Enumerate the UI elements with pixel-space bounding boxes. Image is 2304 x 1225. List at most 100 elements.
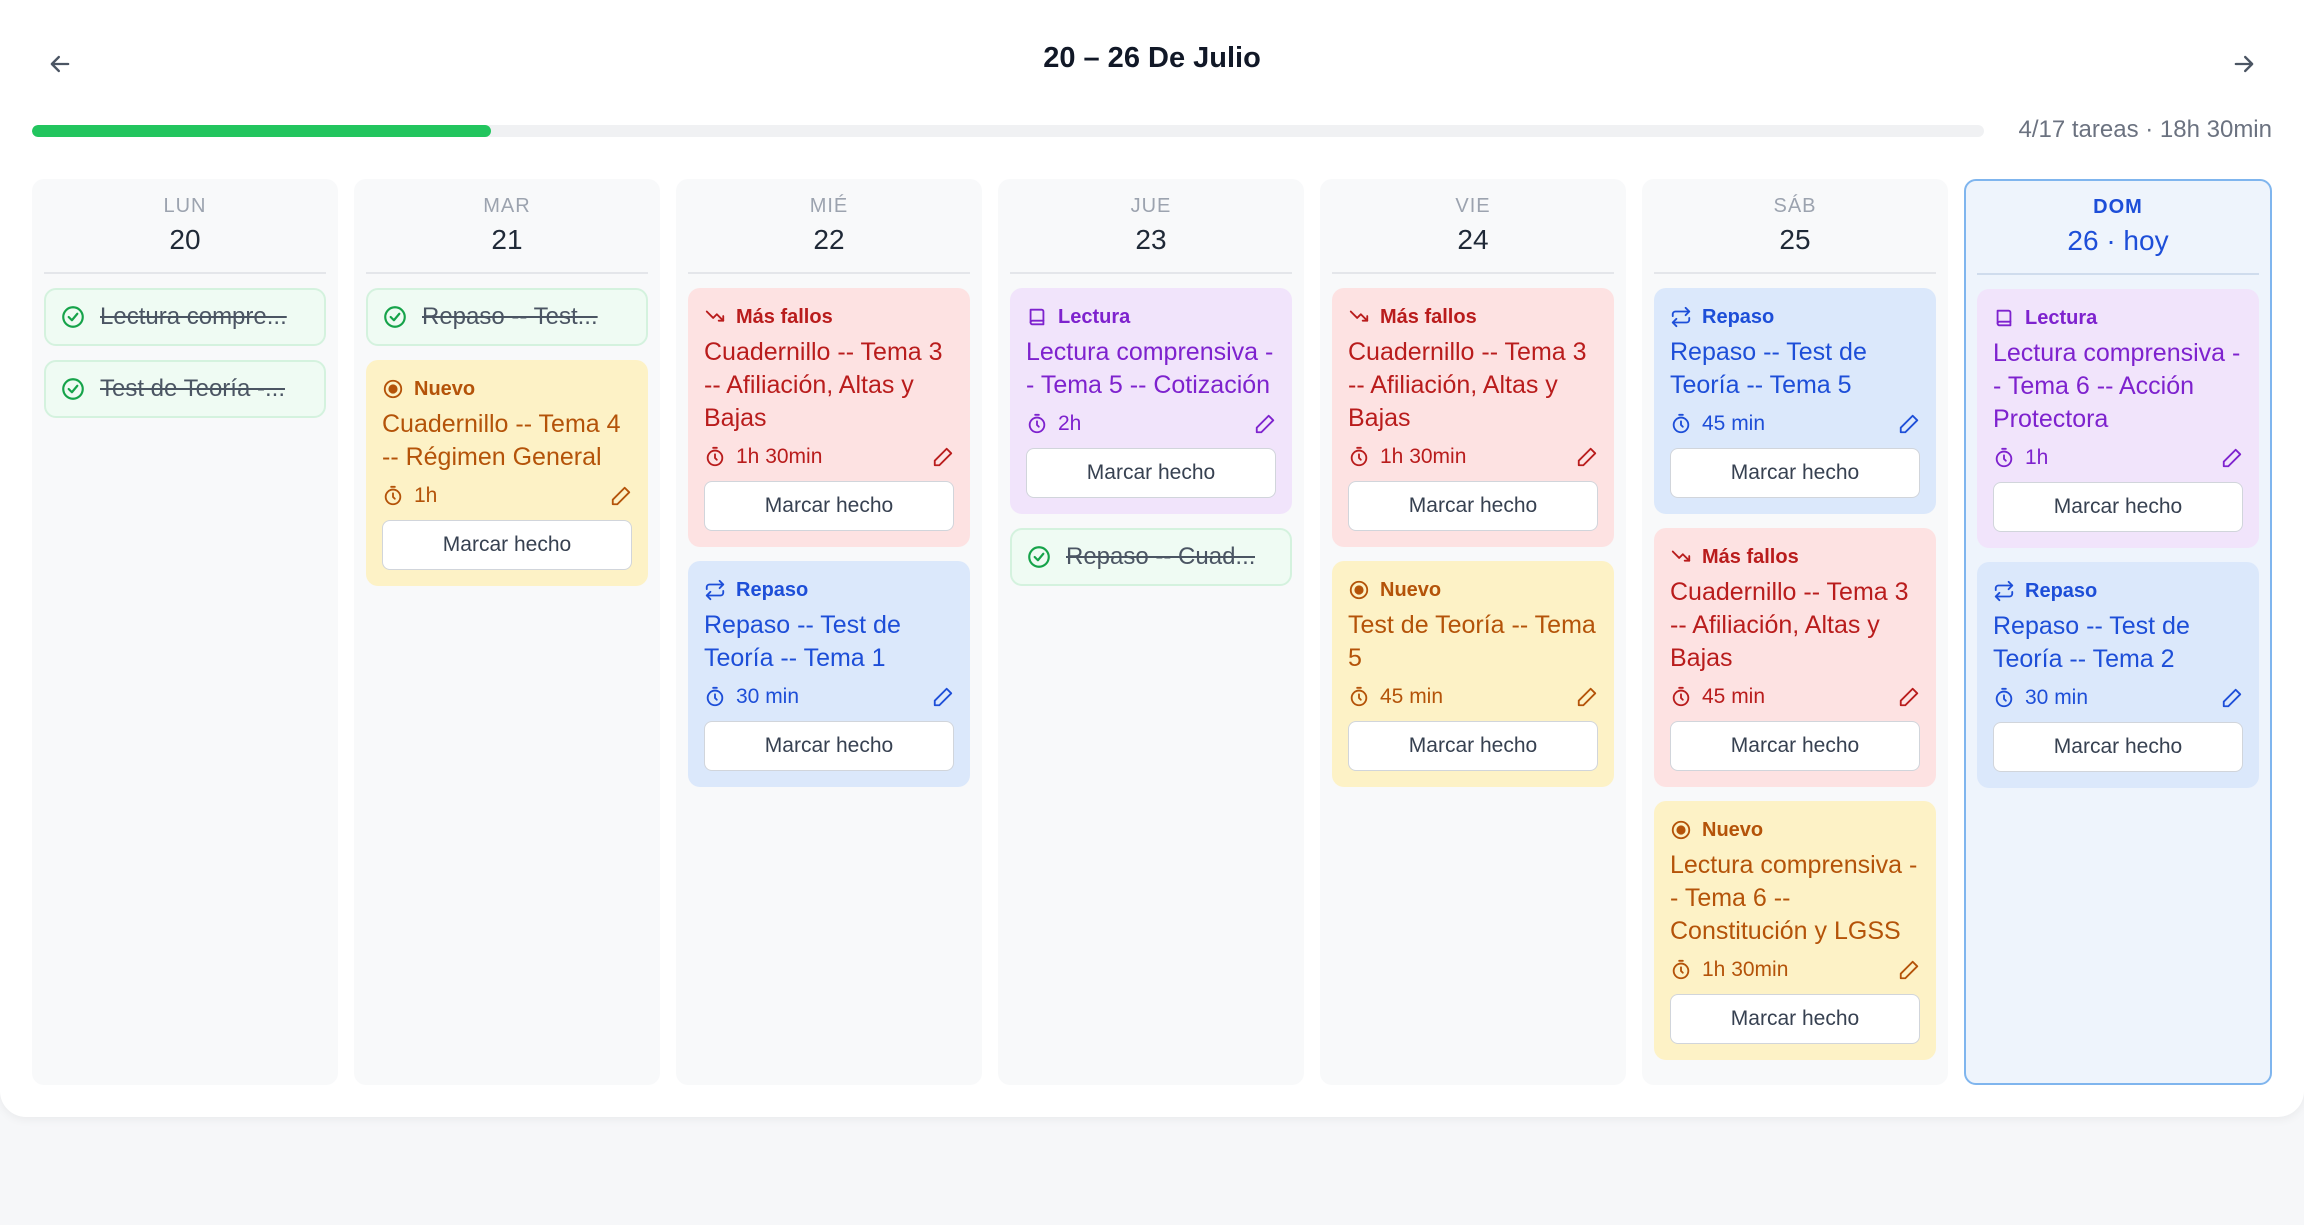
completed-task[interactable]: Lectura compre... [44,288,326,346]
task-tag-label: Nuevo [414,377,476,400]
day-date: 24 [1457,224,1489,255]
task-meta: 1h [382,482,632,510]
day-column: DOM 26 · hoy Lectura Lectura comprensiva --… [1964,179,2272,1085]
progress-bar [32,125,1984,137]
completed-task-title: Repaso -- Test... [422,303,598,330]
task-duration-value: 45 min [1380,685,1444,708]
completed-task[interactable]: Test de Teoría -... [44,360,326,418]
edit-task-button[interactable] [610,485,632,507]
progress-bar-fill [32,125,491,137]
task-tag: Nuevo [1670,817,1920,843]
mark-done-button[interactable]: Marcar hecho [1670,994,1920,1044]
edit-task-button[interactable] [1898,686,1920,708]
edit-task-button[interactable] [932,446,954,468]
clock-icon [706,686,724,707]
task-tag-label: Más fallos [736,305,833,328]
edit-task-button[interactable] [2221,687,2243,709]
day-column: LUN 20 Lectura compre... Test de Teoría -..… [32,179,338,1085]
completed-task[interactable]: Repaso -- Cuad... [1010,528,1292,586]
mark-done-button[interactable]: Marcar hecho [1670,448,1920,498]
mark-done-button[interactable]: Marcar hecho [382,520,632,570]
task-title: Cuadernillo -- Tema 3 -- Afiliación, Alt… [1670,578,1909,672]
task-duration-value: 1h [414,484,438,507]
task-meta: 1h 30min [704,443,954,471]
check-circle-icon [1028,546,1050,568]
check-circle-icon [384,306,406,328]
mark-done-button[interactable]: Marcar hecho [1670,721,1920,771]
day-column: JUE 23 Lectura Lectura comprensiva -- Tema … [998,179,1304,1085]
task-duration: 2h [1026,412,1081,436]
task-card: Nuevo Cuadernillo -- Tema 4 -- Régimen Ge… [366,360,648,586]
day-header: DOM 26 · hoy [1977,181,2259,275]
task-tag: Lectura [1026,304,1276,330]
edit-task-button[interactable] [1254,413,1276,435]
edit-task-button[interactable] [1898,413,1920,435]
task-tag: Más fallos [1348,304,1598,330]
task-duration-value: 1h 30min [1380,445,1467,468]
pencil-icon [1899,960,1919,980]
task-duration: 1h [382,484,437,508]
completed-task-title: Repaso -- Cuad... [1066,543,1256,570]
task-tag: Más fallos [1670,544,1920,570]
task-tag-label: Nuevo [1380,578,1442,601]
mark-done-button[interactable]: Marcar hecho [1348,721,1598,771]
clock-icon [706,446,724,467]
task-tag-label: Más fallos [1702,545,1799,568]
mark-done-button[interactable]: Marcar hecho [704,721,954,771]
mark-done-button[interactable]: Marcar hecho [1993,482,2243,532]
task-title: Lectura comprensiva -- Tema 5 -- Cotizac… [1026,338,1274,399]
task-meta: 1h 30min [1670,956,1920,984]
target-icon [383,379,403,399]
day-of-week: SÁB [1773,195,1817,217]
task-card: Nuevo Test de Teoría -- Tema 5 45 min Marca… [1332,561,1614,787]
task-duration: 30 min [1993,686,2088,710]
task-tag-label: Repaso [2025,579,2098,602]
next-week-button[interactable] [2224,44,2264,84]
day-header: MAR 21 [366,179,648,274]
repeat-icon [705,579,725,601]
task-card: Más fallos Cuadernillo -- Tema 3 -- Afili… [688,288,970,547]
task-duration: 45 min [1670,685,1765,709]
pencil-icon [933,687,953,707]
pencil-icon [933,447,953,467]
clock-icon [1028,413,1046,434]
task-tag: Repaso [704,577,954,603]
book-icon [1996,309,2012,327]
edit-task-button[interactable] [2221,447,2243,469]
task-card: Más fallos Cuadernillo -- Tema 3 -- Afili… [1332,288,1614,547]
mark-done-button[interactable]: Marcar hecho [1993,722,2243,772]
task-meta: 30 min [1993,684,2243,712]
task-duration: 45 min [1348,685,1443,709]
clock-icon [1672,686,1690,707]
task-duration-value: 1h 30min [736,445,823,468]
task-tag: Repaso [1670,304,1920,330]
task-duration-value: 45 min [1702,685,1766,708]
task-meta: 45 min [1670,683,1920,711]
task-card: Repaso Repaso -- Test de Teoría -- Tema 5… [1654,288,1936,514]
day-date: 23 [1135,224,1167,255]
task-tag: Nuevo [382,376,632,402]
mark-done-button[interactable]: Marcar hecho [704,481,954,531]
clock-icon [1672,959,1690,980]
edit-task-button[interactable] [1576,686,1598,708]
task-duration: 1h 30min [704,445,822,469]
task-tag-label: Nuevo [1702,818,1764,841]
edit-task-button[interactable] [1898,959,1920,981]
day-header: VIE 24 [1332,179,1614,274]
progress-summary: 4/17 tareas · 18h 30min [2018,116,2273,143]
mark-done-button[interactable]: Marcar hecho [1348,481,1598,531]
completed-task[interactable]: Repaso -- Test... [366,288,648,346]
target-icon [1349,580,1369,600]
edit-task-button[interactable] [1576,446,1598,468]
task-duration-value: 1h 30min [1702,958,1789,981]
task-title: Repaso -- Test de Teoría -- Tema 2 [1993,612,2190,673]
pencil-icon [611,486,631,506]
trending-down-icon [1349,310,1369,322]
mark-done-button[interactable]: Marcar hecho [1026,448,1276,498]
pencil-icon [1255,414,1275,434]
arrow-right-icon [2234,55,2254,73]
task-tag-label: Lectura [2025,306,2098,329]
edit-task-button[interactable] [932,686,954,708]
task-duration: 45 min [1670,412,1765,436]
day-date: 26 · hoy [2067,225,2169,256]
